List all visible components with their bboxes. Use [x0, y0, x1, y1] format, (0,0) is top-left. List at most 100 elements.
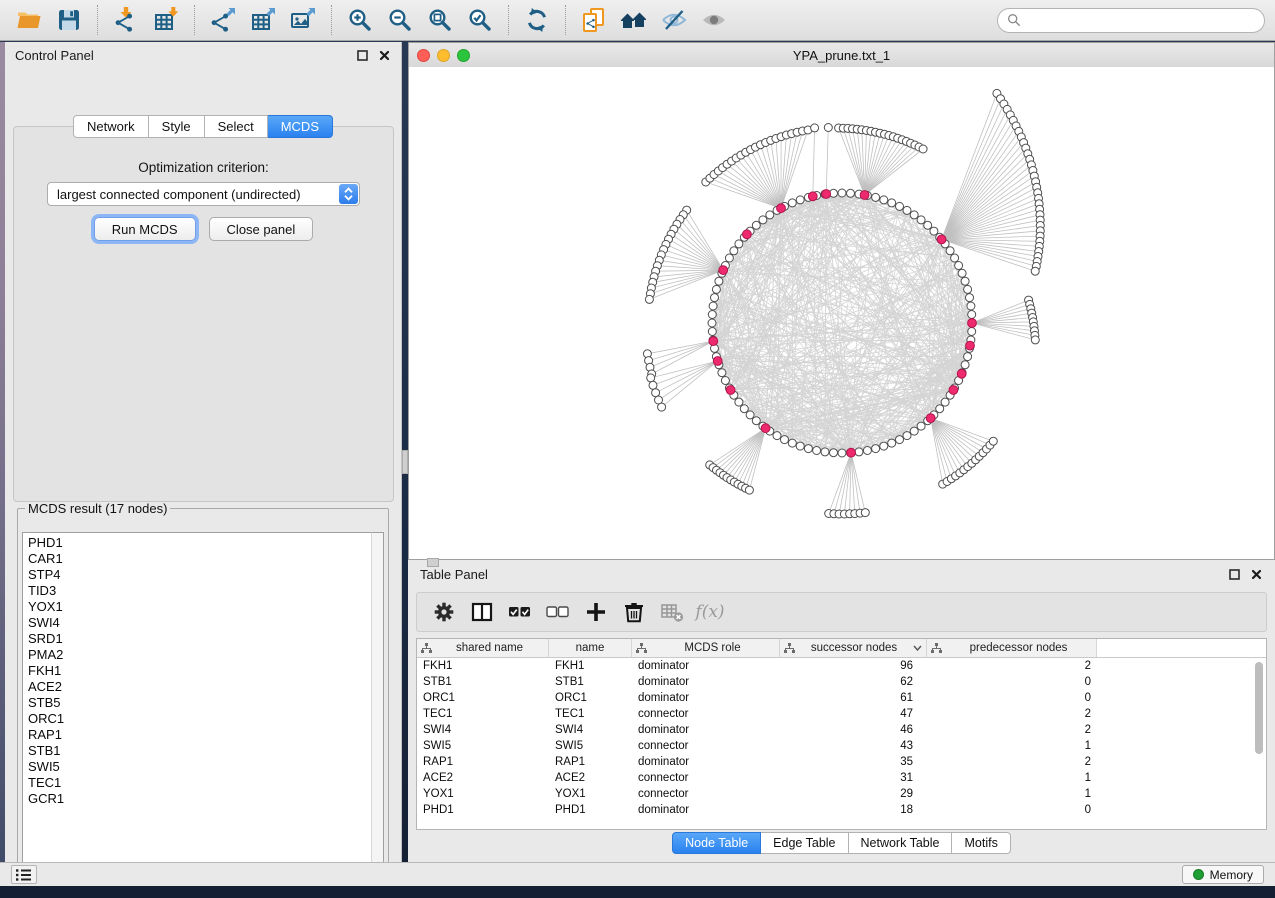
- column-header-name[interactable]: name: [549, 639, 632, 657]
- cell-successor-nodes: 96: [780, 660, 927, 672]
- tab-mcds[interactable]: MCDS: [268, 115, 333, 138]
- table-row[interactable]: STB1STB1dominator620: [417, 674, 1266, 690]
- gear-button[interactable]: [427, 596, 461, 628]
- table-row[interactable]: SWI5SWI5connector431: [417, 738, 1266, 754]
- mcds-result-item[interactable]: FKH1: [28, 663, 373, 679]
- tab-style[interactable]: Style: [149, 115, 205, 138]
- table-row[interactable]: ORC1ORC1dominator610: [417, 690, 1266, 706]
- table-row[interactable]: FKH1FKH1dominator962: [417, 658, 1266, 674]
- mcds-result-item[interactable]: SWI4: [28, 615, 373, 631]
- zoom-selected-button[interactable]: [461, 3, 499, 37]
- hierarchy-icon: [421, 643, 432, 653]
- column-header-MCDS-role[interactable]: MCDS role: [632, 639, 780, 657]
- import-table-button[interactable]: [147, 3, 185, 37]
- tab-node-table[interactable]: Node Table: [672, 832, 761, 854]
- zoom-fit-button[interactable]: [421, 3, 459, 37]
- column-header-predecessor-nodes[interactable]: predecessor nodes: [927, 639, 1097, 657]
- table-row[interactable]: SWI4SWI4dominator462: [417, 722, 1266, 738]
- columns-button[interactable]: [465, 596, 499, 628]
- tab-motifs[interactable]: Motifs: [952, 832, 1010, 854]
- float-panel-icon[interactable]: [1227, 567, 1241, 581]
- delete-button[interactable]: [617, 596, 651, 628]
- mcds-result-item[interactable]: ACE2: [28, 679, 373, 695]
- mcds-result-item[interactable]: STB1: [28, 743, 373, 759]
- cell-successor-nodes: 43: [780, 740, 927, 752]
- tab-network[interactable]: Network: [73, 115, 149, 138]
- scrollbar-thumb[interactable]: [1255, 662, 1263, 754]
- mcds-result-item[interactable]: SWI5: [28, 759, 373, 775]
- horizontal-splitter-handle[interactable]: [427, 558, 439, 567]
- add-button[interactable]: [579, 596, 613, 628]
- first-neighbors-button[interactable]: [615, 3, 653, 37]
- refresh-button[interactable]: [518, 3, 556, 37]
- cell-shared-name: STB1: [417, 676, 549, 688]
- mcds-result-group: MCDS result (17 nodes) PHD1CAR1STP4TID3Y…: [17, 501, 389, 873]
- table-row[interactable]: TEC1TEC1connector472: [417, 706, 1266, 722]
- column-header-successor-nodes[interactable]: successor nodes: [780, 639, 927, 657]
- search-box[interactable]: [997, 8, 1265, 33]
- duplicate-network-icon: [581, 7, 607, 33]
- export-table-button[interactable]: [244, 3, 282, 37]
- mcds-result-item[interactable]: ORC1: [28, 711, 373, 727]
- table-row[interactable]: YOX1YOX1connector291: [417, 786, 1266, 802]
- cell-MCDS-role: dominator: [632, 804, 780, 816]
- zoom-out-button[interactable]: [381, 3, 419, 37]
- tab-select[interactable]: Select: [205, 115, 268, 138]
- cell-shared-name: ORC1: [417, 692, 549, 704]
- save-session-button[interactable]: [50, 3, 88, 37]
- cell-successor-nodes: 47: [780, 708, 927, 720]
- show-all-button[interactable]: [695, 3, 733, 37]
- open-file-button[interactable]: [10, 3, 48, 37]
- hide-selected-button[interactable]: [655, 3, 693, 37]
- delete-icon: [621, 599, 647, 625]
- run-mcds-button[interactable]: Run MCDS: [94, 217, 196, 241]
- search-input[interactable]: [1027, 12, 1255, 28]
- toolbar-separator: [331, 5, 332, 35]
- cell-predecessor-nodes: 0: [927, 692, 1097, 704]
- tab-edge-table[interactable]: Edge Table: [761, 832, 848, 854]
- duplicate-network-button[interactable]: [575, 3, 613, 37]
- columns-icon: [469, 599, 495, 625]
- close-panel-icon[interactable]: [377, 48, 391, 62]
- table-row[interactable]: RAP1RAP1dominator352: [417, 754, 1266, 770]
- table-row[interactable]: ACE2ACE2connector311: [417, 770, 1266, 786]
- mcds-result-item[interactable]: SRD1: [28, 631, 373, 647]
- cell-predecessor-nodes: 1: [927, 788, 1097, 800]
- tab-network-table[interactable]: Network Table: [849, 832, 953, 854]
- import-network-button[interactable]: [107, 3, 145, 37]
- table-row[interactable]: PHD1PHD1dominator180: [417, 802, 1266, 818]
- network-canvas[interactable]: [409, 67, 1274, 559]
- cell-successor-nodes: 46: [780, 724, 927, 736]
- panel-list-button[interactable]: [11, 865, 37, 884]
- cell-predecessor-nodes: 1: [927, 772, 1097, 784]
- mcds-result-item[interactable]: STB5: [28, 695, 373, 711]
- cell-successor-nodes: 18: [780, 804, 927, 816]
- cell-predecessor-nodes: 1: [927, 740, 1097, 752]
- select-all-button[interactable]: [503, 596, 537, 628]
- mcds-result-item[interactable]: PHD1: [28, 535, 373, 551]
- criterion-select[interactable]: largest connected component (undirected): [47, 182, 360, 206]
- memory-button[interactable]: Memory: [1182, 865, 1264, 884]
- close-panel-icon[interactable]: [1249, 567, 1263, 581]
- float-panel-icon[interactable]: [355, 48, 369, 62]
- close-panel-button[interactable]: Close panel: [209, 217, 314, 241]
- deselect-all-button[interactable]: [541, 596, 575, 628]
- mcds-result-item[interactable]: PMA2: [28, 647, 373, 663]
- export-network-button[interactable]: [204, 3, 242, 37]
- cell-shared-name: YOX1: [417, 788, 549, 800]
- mcds-result-item[interactable]: YOX1: [28, 599, 373, 615]
- cell-successor-nodes: 35: [780, 756, 927, 768]
- mcds-result-item[interactable]: GCR1: [28, 791, 373, 807]
- column-header-shared-name[interactable]: shared name: [417, 639, 549, 657]
- mcds-result-item[interactable]: RAP1: [28, 727, 373, 743]
- mcds-list-scrollbar[interactable]: [371, 532, 384, 868]
- table-scrollbar[interactable]: [1254, 658, 1264, 827]
- mcds-result-item[interactable]: TID3: [28, 583, 373, 599]
- vertical-splitter-handle[interactable]: [402, 450, 408, 474]
- mcds-result-item[interactable]: STP4: [28, 567, 373, 583]
- zoom-in-button[interactable]: [341, 3, 379, 37]
- mcds-result-item[interactable]: TEC1: [28, 775, 373, 791]
- mcds-result-item[interactable]: CAR1: [28, 551, 373, 567]
- export-image-button[interactable]: [284, 3, 322, 37]
- hide-selected-icon: [661, 7, 687, 33]
